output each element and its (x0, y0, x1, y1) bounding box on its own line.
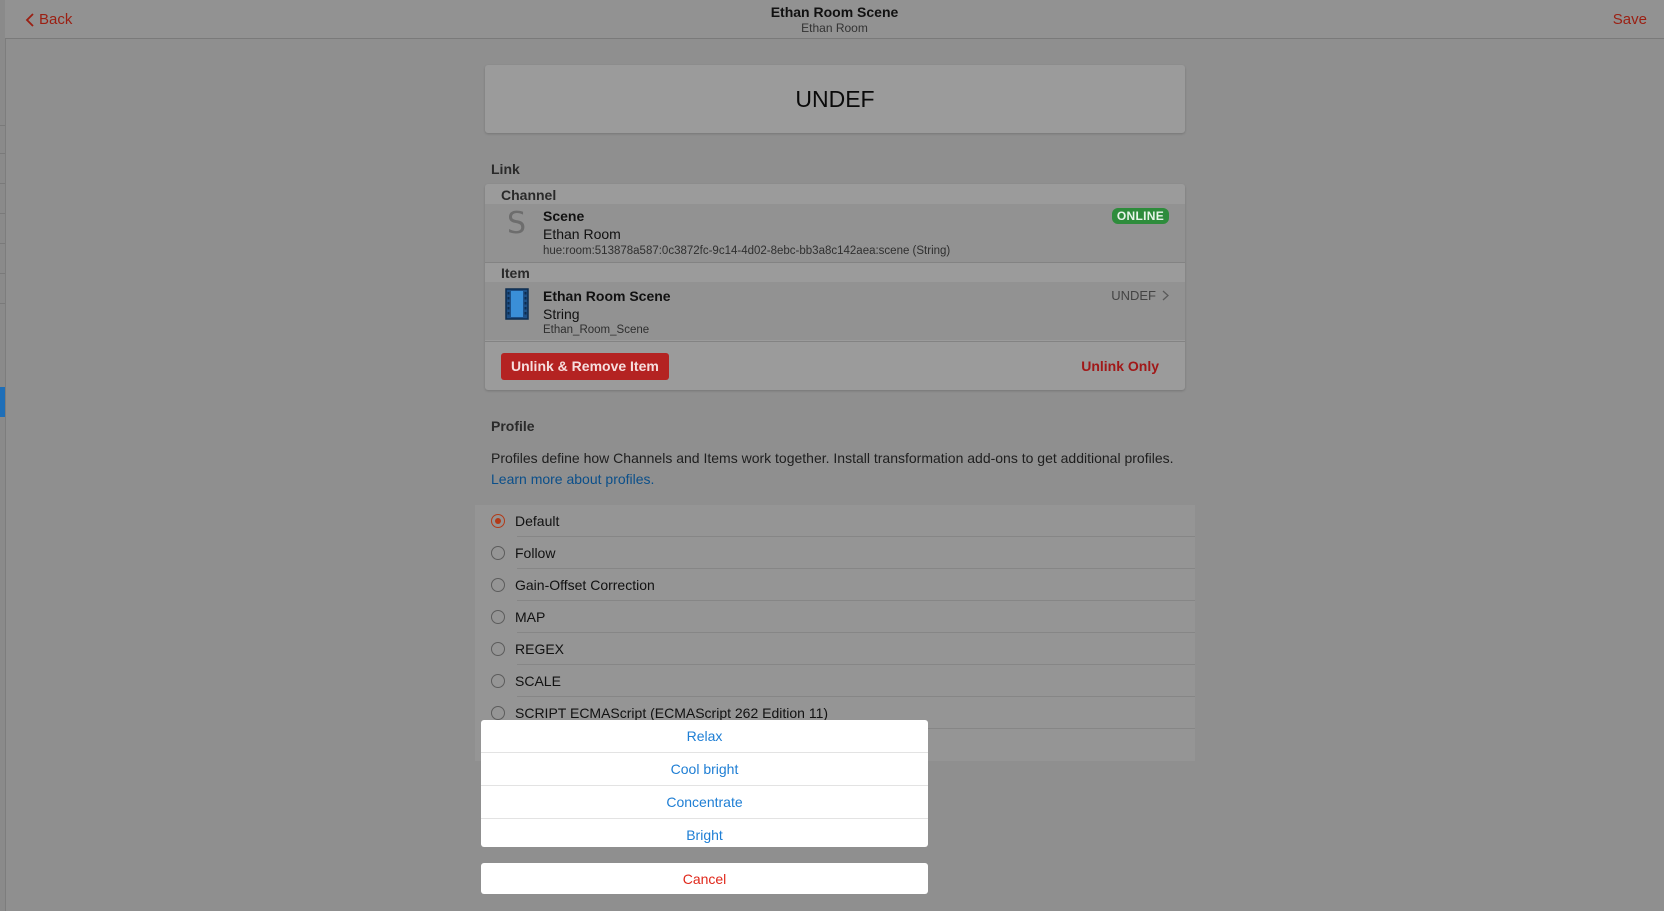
status-badge: ONLINE (1111, 208, 1169, 224)
page-title: Ethan Room Scene Ethan Room (5, 4, 1664, 36)
cancel-button[interactable]: Cancel (481, 863, 928, 894)
profile-option-label: Follow (515, 545, 556, 561)
item-header: Item (501, 265, 530, 281)
profile-description: Profiles define how Channels and Items w… (491, 448, 1174, 490)
link-section-title: Link (491, 161, 520, 177)
profile-option-label: SCALE (515, 673, 561, 689)
unlink-remove-item-button[interactable]: Unlink & Remove Item (501, 353, 669, 380)
profile-description-text: Profiles define how Channels and Items w… (491, 450, 1174, 466)
channel-name: Scene (543, 208, 585, 224)
profile-option-scale[interactable]: SCALE (475, 665, 1195, 697)
sidebar-divider (0, 183, 5, 184)
sidebar-divider (0, 125, 5, 126)
item-state-text: UNDEF (1111, 288, 1156, 303)
navbar: Back Ethan Room Scene Ethan Room Save (5, 0, 1664, 39)
profile-option-regex[interactable]: REGEX (475, 633, 1195, 665)
sidebar-edge (0, 0, 6, 911)
learn-more-link[interactable]: Learn more about profiles. (491, 469, 1174, 490)
action-relax[interactable]: Relax (481, 720, 928, 753)
profile-option-label: MAP (515, 609, 546, 625)
sidebar-divider (0, 153, 5, 154)
profile-option-label: REGEX (515, 641, 565, 657)
profile-option-default[interactable]: Default (475, 505, 1195, 537)
sidebar-divider (0, 243, 5, 244)
sidebar-divider (0, 303, 5, 304)
profile-option-label: Gain-Offset Correction (515, 577, 655, 593)
item-state-link[interactable]: UNDEF (1111, 288, 1169, 303)
page-title-sub: Ethan Room (801, 21, 868, 35)
sidebar-divider (0, 273, 5, 274)
channel-uid: hue:room:513878a587:0c3872fc-9c14-4d02-8… (543, 245, 951, 257)
radio-icon[interactable] (491, 706, 505, 720)
radio-icon[interactable] (491, 578, 505, 592)
action-bright[interactable]: Bright (481, 819, 928, 851)
film-strip-icon (505, 288, 529, 320)
unlink-only-button[interactable]: Unlink Only (1081, 358, 1159, 374)
channel-header: Channel (501, 187, 557, 203)
radio-icon[interactable] (491, 546, 505, 560)
item-name: Ethan_Room_Scene (543, 324, 650, 336)
divider (485, 341, 1185, 342)
profile-option-map[interactable]: MAP (475, 601, 1195, 633)
scene-action-sheet: Relax Cool bright Concentrate Bright (481, 720, 928, 847)
radio-icon[interactable] (491, 610, 505, 624)
sidebar-active-indicator (0, 387, 5, 417)
item-state-card: UNDEF (485, 65, 1185, 133)
item-type: String (543, 306, 580, 322)
action-cool-bright[interactable]: Cool bright (481, 753, 928, 786)
item-state-value: UNDEF (795, 86, 875, 112)
profile-option-label: SCRIPT ECMAScript (ECMAScript 262 Editio… (515, 705, 829, 721)
profile-option-label: Default (515, 513, 560, 529)
divider (485, 262, 1185, 263)
action-concentrate[interactable]: Concentrate (481, 786, 928, 819)
profile-option-follow[interactable]: Follow (475, 537, 1195, 569)
channel-location: Ethan Room (543, 226, 621, 242)
radio-selected-icon[interactable] (491, 514, 505, 528)
profile-option-gain-offset[interactable]: Gain-Offset Correction (475, 569, 1195, 601)
radio-icon[interactable] (491, 642, 505, 656)
chevron-right-icon (1162, 290, 1169, 301)
page-title-main: Ethan Room Scene (770, 4, 899, 20)
profile-section-title: Profile (491, 418, 535, 434)
action-sheet-cancel-group: Cancel (481, 863, 928, 894)
item-label[interactable]: Ethan Room Scene (543, 288, 671, 304)
sidebar-divider (0, 213, 5, 214)
radio-icon[interactable] (491, 674, 505, 688)
channel-icon: S (507, 206, 527, 241)
link-card: Channel S Scene Ethan Room hue:room:5138… (485, 184, 1185, 390)
save-button[interactable]: Save (1613, 11, 1647, 28)
